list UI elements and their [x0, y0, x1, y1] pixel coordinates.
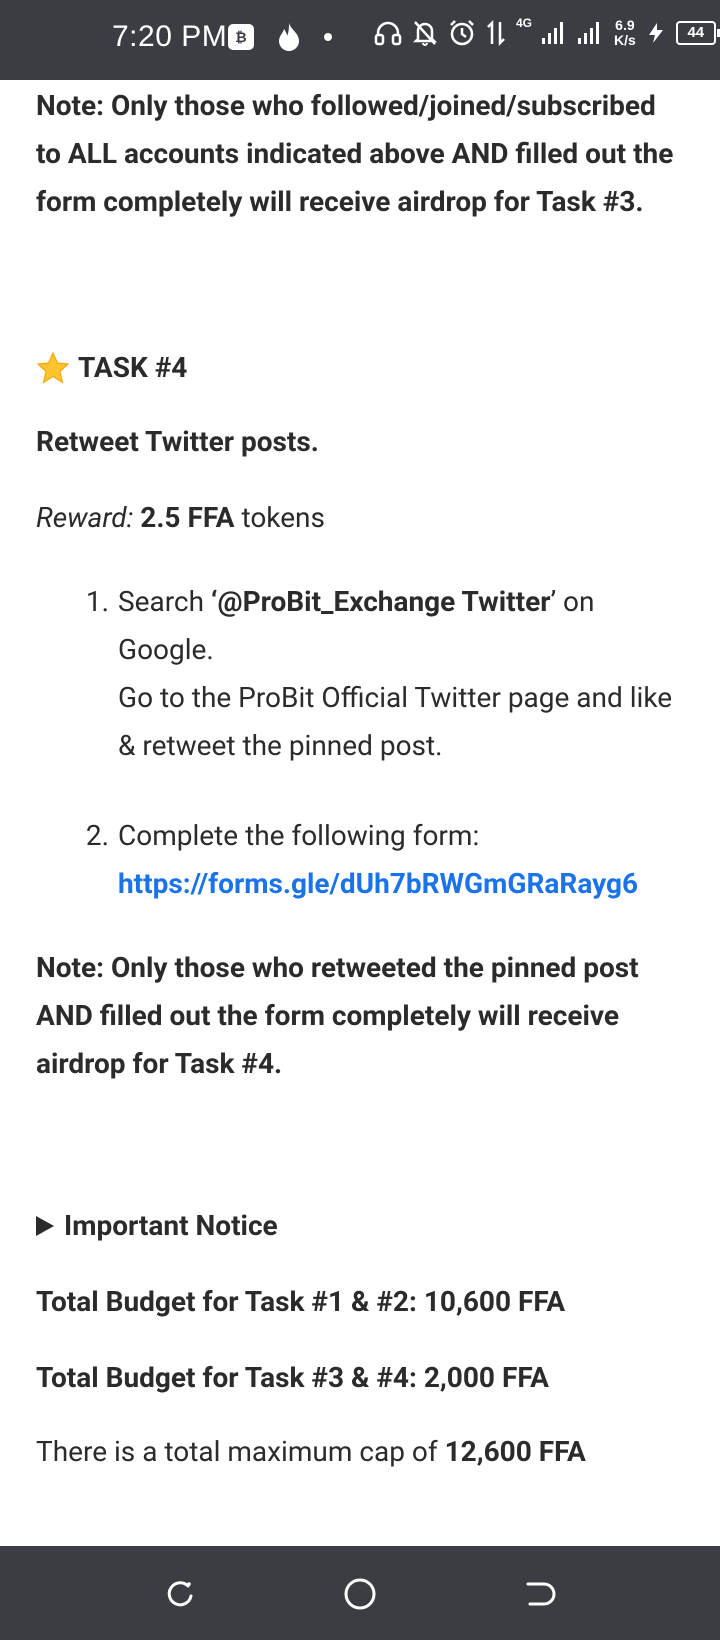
note-task-4: Note: Only those who retweeted the pinne… [36, 951, 639, 1080]
coin-icon: ₿ [228, 24, 254, 50]
battery-icon: 44 [675, 21, 720, 45]
reward-line: Reward: 2.5 FFA tokens [36, 494, 684, 542]
cap-value: 12,600 FFA [444, 1435, 586, 1468]
home-circle-icon [344, 1578, 376, 1610]
list-item: Search ‘@ProBit_Exchange Twitter’ on Goo… [116, 578, 684, 770]
flame-icon [279, 23, 299, 51]
task-4-steps: Search ‘@ProBit_Exchange Twitter’ on Goo… [36, 578, 684, 908]
notice-title: Important Notice [64, 1209, 278, 1242]
status-bar: 7:20 PM ₿ 4G 6.9 K/s 44 [0, 0, 720, 80]
dot-icon [324, 33, 332, 41]
reward-label: Reward: [36, 501, 134, 534]
alarm-icon [450, 20, 474, 46]
reward-unit: tokens [241, 501, 325, 534]
network-gen: 4G [516, 16, 533, 30]
back-icon [526, 1582, 556, 1606]
note-task-3: Note: Only those who followed/joined/sub… [36, 89, 674, 218]
speed-unit: K/s [614, 32, 636, 48]
headset-icon [374, 21, 402, 46]
play-triangle-icon [36, 1216, 54, 1236]
charging-icon [648, 23, 663, 43]
system-icons: 4G 6.9 K/s 44 [374, 16, 720, 48]
task-4-title: TASK #4 [78, 351, 188, 384]
back-button[interactable] [521, 1576, 557, 1612]
recent-apps-button[interactable] [162, 1576, 198, 1612]
task-4-heading: TASK #4 [36, 344, 684, 392]
bell-off-icon [412, 21, 438, 46]
step-1-search-term: ‘@ProBit_Exchange Twitter [210, 585, 551, 618]
home-button[interactable] [342, 1576, 378, 1612]
navigation-bar [0, 1546, 720, 1640]
step-2-text: Complete the following form: [118, 819, 480, 852]
article-content: Note: Only those who followed/joined/sub… [36, 80, 684, 1476]
notification-icons: ₿ [228, 22, 332, 52]
signal-icon [542, 22, 564, 44]
step-1-instructions: Go to the ProBit Official Twitter page a… [118, 681, 673, 762]
status-time: 7:20 PM [112, 20, 228, 53]
network-speed: 6.9 K/s [614, 18, 636, 48]
star-icon [36, 351, 70, 384]
important-notice-heading: Important Notice [36, 1202, 684, 1250]
speed-value: 6.9 [615, 17, 635, 33]
budget-task-1-2: Total Budget for Task #1 & #2: 10,600 FF… [36, 1285, 566, 1318]
cap-prefix: There is a total maximum cap of [36, 1435, 445, 1468]
total-cap: There is a total maximum cap of 12,600 F… [36, 1428, 684, 1476]
budget-task-3-4: Total Budget for Task #3 & #4: 2,000 FFA [36, 1361, 549, 1394]
reward-value: 2.5 FFA [140, 501, 235, 534]
signal-icon [578, 22, 600, 44]
step-1-prefix: Search [118, 585, 211, 618]
list-item: Complete the following form: https://for… [116, 812, 684, 908]
recent-apps-icon [167, 1581, 193, 1607]
task-4-subtitle: Retweet Twitter posts. [36, 425, 319, 458]
data-arrows-icon [487, 20, 505, 46]
form-link[interactable]: https://forms.gle/dUh7bRWGmGRaRayg6 [118, 867, 638, 900]
